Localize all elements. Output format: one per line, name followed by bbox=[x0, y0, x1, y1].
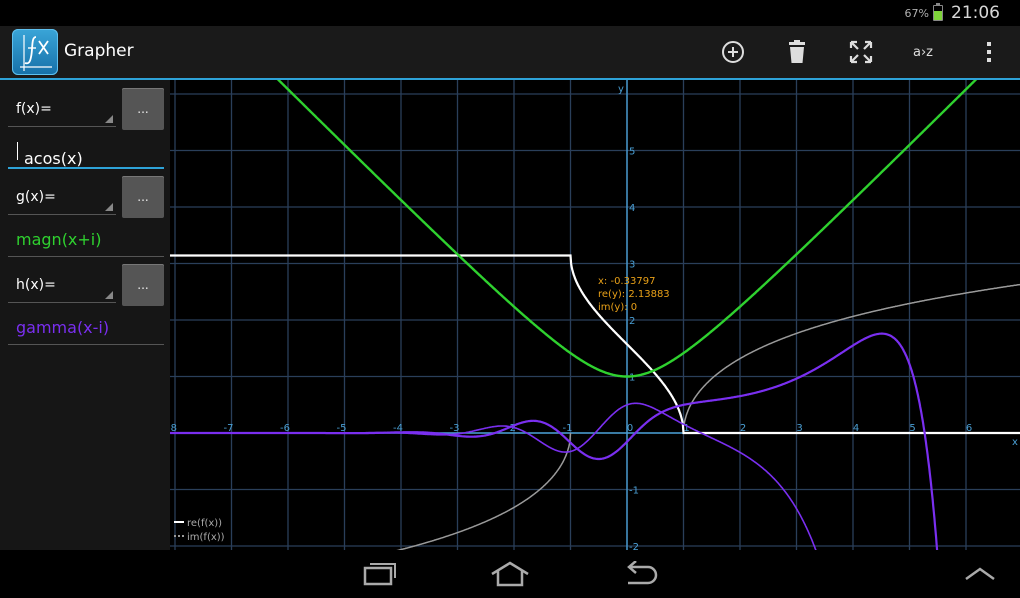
function-options-button-g[interactable]: ... bbox=[122, 176, 164, 218]
y-tick-label: 1 bbox=[629, 373, 635, 384]
dropdown-arrow-icon bbox=[105, 291, 113, 299]
plot-area[interactable]: -8-7-6-5-4-3-2-10123456754321-1-2xyx: -0… bbox=[170, 80, 1020, 550]
home-icon bbox=[491, 561, 529, 587]
function-options-button-f[interactable]: ... bbox=[122, 88, 164, 130]
im-f-curve bbox=[396, 283, 1020, 550]
back-icon bbox=[627, 561, 658, 585]
dropdown-arrow-icon bbox=[105, 203, 113, 211]
trace-readout-im: im(y): 0 bbox=[598, 302, 637, 313]
h-real-curve bbox=[170, 332, 939, 550]
g-curve bbox=[276, 80, 978, 378]
function-selector-f[interactable]: f(x)= bbox=[8, 93, 116, 127]
navigation-bar bbox=[0, 550, 1020, 598]
legend-label: re(f(x)) bbox=[187, 518, 222, 529]
hide-keyboard-button[interactable] bbox=[945, 550, 1015, 598]
app-title: Grapher bbox=[64, 41, 134, 61]
trace-readout-re: re(y): 2.13883 bbox=[598, 289, 670, 300]
re-f-curve bbox=[170, 254, 1020, 435]
function-input-h[interactable]: gamma(x-i) bbox=[8, 311, 164, 345]
battery-percent: 67% bbox=[904, 6, 929, 20]
graph-canvas[interactable]: -8-7-6-5-4-3-2-10123456754321-1-2xyx: -0… bbox=[170, 80, 1020, 550]
y-tick-label: -1 bbox=[629, 486, 639, 497]
delete-button[interactable] bbox=[772, 26, 822, 78]
legend-label: im(f(x)) bbox=[187, 532, 225, 543]
back-button[interactable] bbox=[605, 550, 675, 598]
more-vertical-icon bbox=[987, 42, 991, 62]
text-caret bbox=[17, 142, 18, 160]
battery-icon bbox=[933, 3, 943, 21]
function-selector-g[interactable]: g(x)= bbox=[8, 181, 116, 215]
y-tick-label: 5 bbox=[629, 147, 635, 158]
y-tick-label: 2 bbox=[629, 316, 635, 327]
y-axis-label: y bbox=[618, 84, 624, 95]
app-icon[interactable] bbox=[12, 29, 58, 75]
trace-readout-x: x: -0.33797 bbox=[598, 276, 655, 287]
dropdown-arrow-icon bbox=[105, 115, 113, 123]
x-tick-label: -3 bbox=[450, 423, 460, 434]
action-bar: Grapher a›z bbox=[0, 26, 1020, 80]
recent-apps-button[interactable] bbox=[345, 550, 415, 598]
add-circle-icon bbox=[722, 41, 744, 63]
y-tick-label: 3 bbox=[629, 260, 635, 271]
chevron-up-icon bbox=[965, 567, 995, 581]
sort-button[interactable]: a›z bbox=[898, 26, 948, 78]
zoom-fit-button[interactable] bbox=[836, 26, 886, 78]
function-input-g[interactable]: magn(x+i) bbox=[8, 223, 164, 257]
home-button[interactable] bbox=[475, 550, 545, 598]
x-axis-label: x bbox=[1012, 437, 1018, 448]
expand-icon bbox=[849, 40, 873, 64]
overflow-menu-button[interactable] bbox=[964, 26, 1014, 78]
clock: 21:06 bbox=[951, 3, 1000, 23]
recent-apps-icon bbox=[363, 563, 396, 586]
x-tick-label: -1 bbox=[563, 423, 573, 434]
function-options-button-h[interactable]: ... bbox=[122, 264, 164, 306]
y-tick-label: -2 bbox=[629, 542, 639, 550]
x-tick-label: 0 bbox=[627, 423, 633, 434]
y-tick-label: 4 bbox=[629, 203, 635, 214]
function-input-f[interactable]: acos(x) bbox=[8, 135, 164, 169]
function-selector-h[interactable]: h(x)= bbox=[8, 269, 116, 303]
function-panel: f(x)= ... acos(x) g(x)= ... magn(x+i) h(… bbox=[0, 80, 170, 550]
add-function-button[interactable] bbox=[708, 26, 758, 78]
status-bar: 67% 21:06 bbox=[0, 0, 1020, 26]
trash-icon bbox=[789, 40, 805, 63]
h-imag-curve bbox=[170, 402, 817, 550]
sort-label: a›z bbox=[913, 44, 933, 60]
